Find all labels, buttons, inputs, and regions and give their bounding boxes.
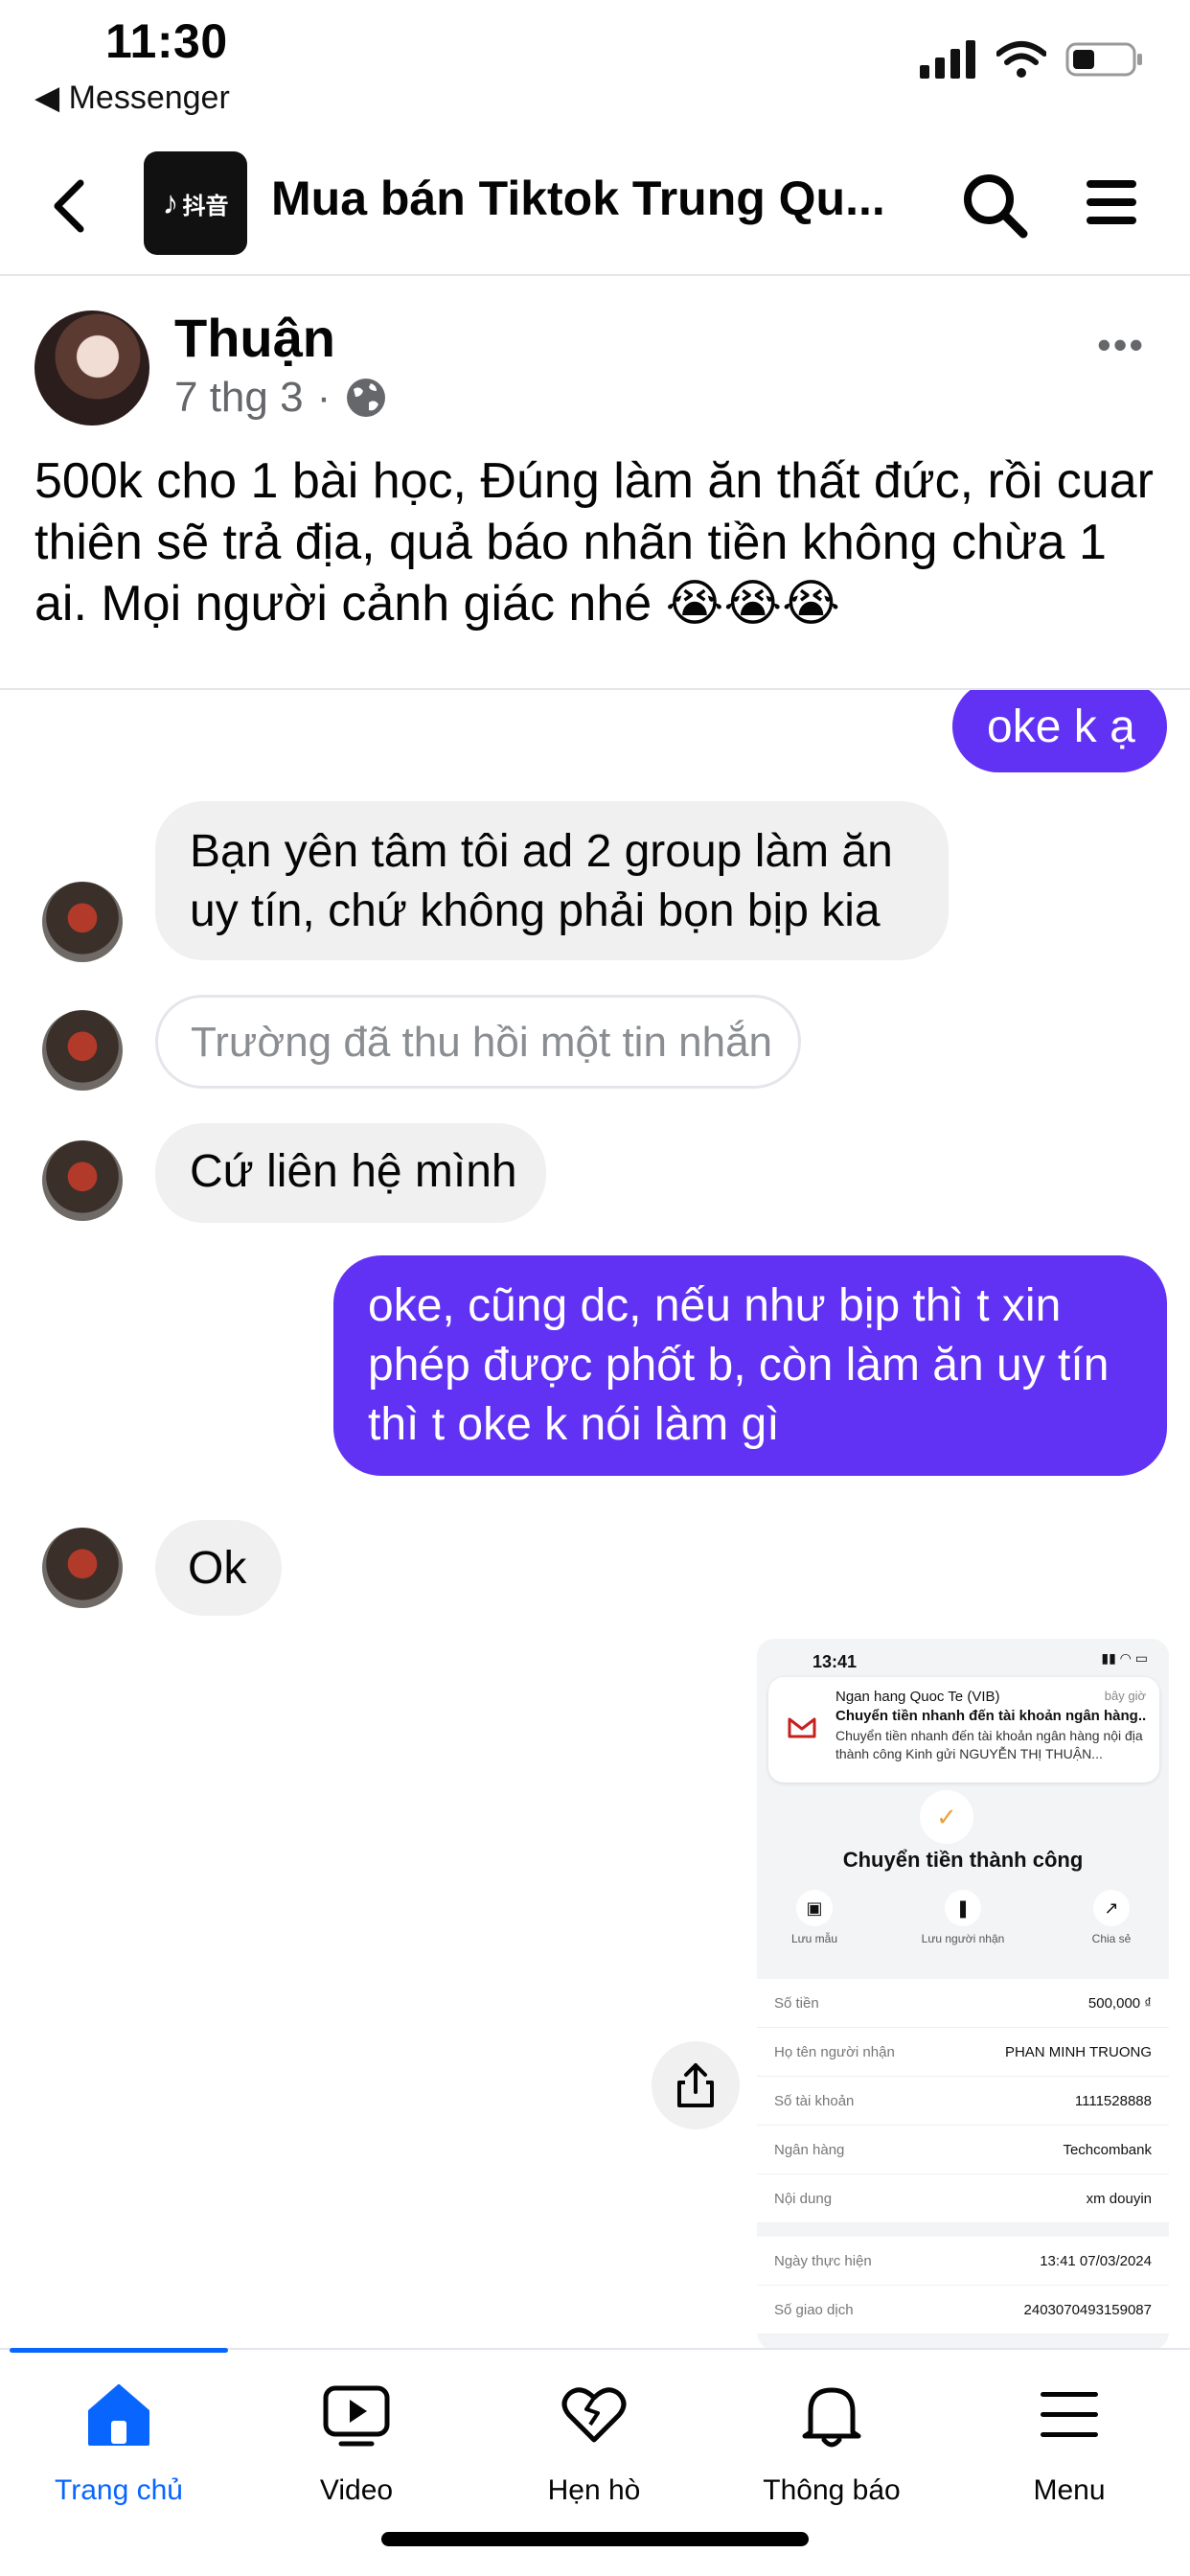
receipt-row: Ngày thực hiện 13:41 07/03/2024 [757,2237,1169,2286]
heart-icon [556,2377,632,2453]
save-template-action: ▣ Lưu mẫu [757,1890,872,1945]
chat-message-outgoing: oke, cũng dc, nếu như bịp thì t xin phép… [333,1255,1167,1476]
chat-avatar [42,1140,123,1221]
author-name[interactable]: Thuận [174,307,335,369]
status-icons [920,40,1144,79]
tab-video[interactable]: Video [238,2377,475,2507]
author-avatar[interactable] [34,310,149,426]
tab-menu[interactable]: Menu [950,2377,1188,2507]
recalled-message: Trường đã thu hồi một tin nhắn [155,995,801,1089]
notification-time: bây giờ [1104,1689,1146,1703]
receipt-row: Số giao dịch 2403070493159087 [757,2286,1169,2334]
chat-screenshot[interactable]: oke k ạ Bạn yên tâm tôi ad 2 group làm ă… [0,688,1190,2348]
save-icon: ▣ [796,1890,833,1926]
status-time: 11:30 [105,14,228,68]
menu-lines-icon [1031,2377,1108,2453]
back-to-messenger-link[interactable]: ◀ Messenger [34,79,230,117]
receipt-row: Ngân hàng Techcombank [757,2126,1169,2174]
back-button[interactable] [40,172,98,240]
share-button[interactable] [652,2041,740,2129]
tab-notifications[interactable]: Thông báo [713,2377,950,2507]
chat-message-incoming: Cứ liên hệ mình [155,1123,546,1223]
notification-title: Chuyển tiền nhanh đến tài khoản ngân hàn… [835,1708,1147,1724]
receipt-row: Nội dung xm douyin [757,2174,1169,2223]
chat-avatar [42,1010,123,1091]
search-button[interactable] [958,169,1031,242]
receipt-title: Chuyển tiền thành công [842,1848,1084,1872]
battery-icon [1065,42,1142,77]
group-menu-button[interactable] [1083,171,1156,243]
bell-icon [793,2377,870,2453]
status-bar: 11:30 ◀ Messenger [0,0,1190,125]
group-title[interactable]: Mua bán Tiktok Trung Qu... [271,171,894,226]
post-date[interactable]: 7 thg 3 [174,374,304,422]
active-tab-indicator [10,2348,228,2353]
bank-receipt-image[interactable]: 13:41 ▮▮ ◠ ▭ Ngan hang Quoc Te (VIB) bây… [757,1639,1169,2348]
check-icon: ✓ [920,1790,973,1844]
tab-home[interactable]: Trang chủ [0,2377,238,2507]
share-icon [677,2063,714,2107]
tab-home-label: Trang chủ [55,2474,183,2506]
notification-body: Chuyển tiền nhanh đến tài khoản ngân hàn… [835,1728,1143,1761]
chat-message-incoming: Ok [155,1520,282,1616]
tab-dating-label: Hẹn hò [547,2474,641,2506]
tiktok-note-icon: ♪ [162,184,179,221]
share-out-icon: ↗ [1093,1890,1130,1926]
share-receipt-action: ↗ Chia sẻ [1054,1890,1169,1945]
chat-message-outgoing: oke k ạ [952,690,1167,772]
back-icon [54,179,84,233]
tab-notifications-label: Thông báo [763,2474,901,2506]
gmail-icon [788,1717,816,1738]
home-icon [80,2377,157,2453]
group-logo[interactable]: ♪ 抖音 [144,151,247,255]
search-icon [964,174,1028,239]
video-icon [318,2377,395,2453]
notification-sender: Ngan hang Quoc Te (VIB) [835,1689,1000,1705]
globe-icon [347,379,386,417]
post-text: 500k cho 1 bài học, Đúng làm ăn thất đức… [34,453,1154,632]
receipt-status-icons: ▮▮ ◠ ▭ [1101,1650,1148,1666]
post-meta: 7 thg 3 · [174,374,388,422]
tab-dating[interactable]: Hẹn hò [475,2377,713,2507]
home-indicator [381,2532,809,2546]
receipt-details: Số tiền 500,000 ₫ Họ tên người nhận PHAN M… [757,1979,1169,2334]
group-header: ♪ 抖音 Mua bán Tiktok Trung Qu... [0,142,1190,276]
receipt-row: Họ tên người nhận PHAN MINH TRUONG [757,2028,1169,2077]
tab-menu-label: Menu [1033,2474,1106,2506]
chat-message-incoming: Bạn yên tâm tôi ad 2 group làm ăn uy tín… [155,801,949,960]
tab-video-label: Video [319,2474,394,2506]
receipt-notification: Ngan hang Quoc Te (VIB) bây giờ Chuyển t… [768,1677,1159,1782]
receipt-row: Số tài khoản 1111528888 [757,2077,1169,2126]
wifi-icon [996,41,1046,78]
bookmark-icon: ❚ [945,1890,981,1926]
group-logo-text: 抖音 [182,193,229,219]
post: Thuận 7 thg 3 · ••• 500k cho 1 bài học, … [0,278,1190,690]
post-options-button[interactable]: ••• [1097,322,1155,367]
menu-icon [1087,180,1136,224]
save-recipient-action: ❚ Lưu người nhận [905,1890,1020,1945]
receipt-status-time: 13:41 [812,1652,858,1671]
receipt-divider [757,2223,1169,2237]
meta-separator: · [316,374,332,421]
signal-icon [920,40,975,79]
receipt-row: Số tiền 500,000 ₫ [757,1979,1169,2028]
chat-avatar [42,882,123,962]
chat-avatar [42,1528,123,1608]
